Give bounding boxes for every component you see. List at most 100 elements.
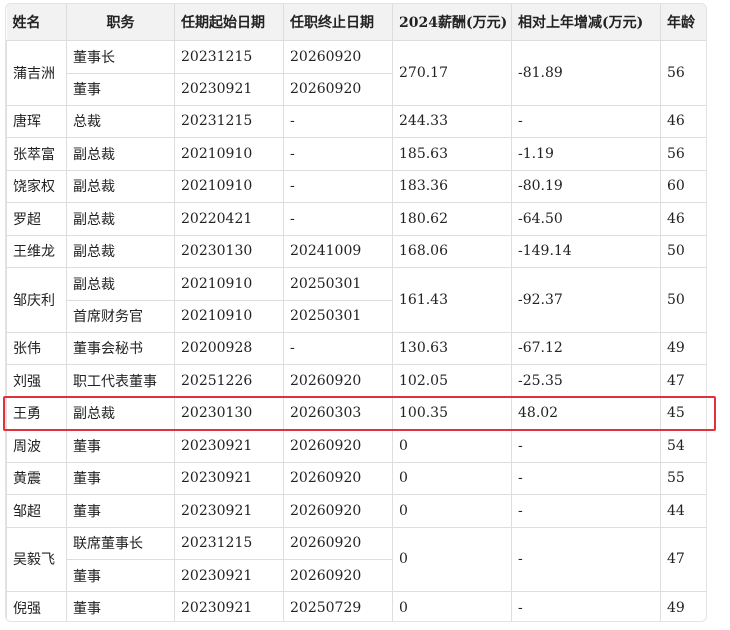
cell-end-date: 20260920 [283, 526, 393, 560]
cell-name: 蒲吉洲 [6, 40, 67, 106]
table-row-highlighted: 王勇 副总裁 20230130 20260303 100.35 48.02 45 [6, 396, 706, 430]
cell-salary: 0 [392, 461, 512, 495]
cell-start-date: 20230921 [174, 72, 284, 106]
cell-age: 49 [660, 331, 706, 365]
cell-position: 董事长 [66, 40, 175, 74]
cell-end-date: 20260920 [283, 461, 393, 495]
cell-end-date: 20260303 [283, 396, 393, 430]
table-row: 邹庆利 副总裁 20210910 20250301 161.43 -92.37 50 [6, 267, 706, 333]
cell-age: 46 [660, 104, 706, 138]
cell-salary: 185.63 [392, 137, 512, 171]
cell-end-date: 20260920 [283, 559, 393, 592]
cell-start-date: 20210910 [174, 267, 284, 301]
cell-start-date: 20231215 [174, 40, 284, 74]
cell-start-date: 20230130 [174, 234, 284, 268]
cell-salary: 0 [392, 494, 512, 528]
cell-start-date: 20210910 [174, 137, 284, 171]
cell-salary: 130.63 [392, 331, 512, 365]
cell-name: 倪强 [6, 591, 67, 621]
cell-position: 副总裁 [66, 267, 175, 301]
cell-change: - [511, 429, 661, 463]
cell-salary: 0 [392, 591, 512, 621]
cell-change: -1.19 [511, 137, 661, 171]
table-row: 罗超 副总裁 20220421-180.62 -64.50 46 [6, 202, 706, 236]
cell-name: 饶家权 [6, 169, 67, 203]
cell-salary: 183.36 [392, 169, 512, 203]
cell-end-date: 20241009 [283, 234, 393, 268]
cell-start-date: 20230130 [174, 396, 284, 430]
cell-end-date: - [283, 137, 393, 171]
cell-end-date: 20260920 [283, 429, 393, 463]
cell-position: 总裁 [66, 104, 175, 138]
cell-start-date: 20210910 [174, 299, 284, 333]
cell-change: - [511, 104, 661, 138]
cell-age: 54 [660, 429, 706, 463]
cell-position: 董事 [66, 461, 175, 495]
cell-start-date: 20231215 [174, 526, 284, 560]
table-row: 倪强 董事 20230921 20250729 0-49 [6, 591, 706, 621]
cell-age: 47 [660, 364, 706, 398]
cell-change: 48.02 [511, 396, 661, 430]
executive-salary-table: 姓名 职务 任期起始日期 任职终止日期 2024薪酬(万元) 相对上年增减(万元… [6, 4, 706, 621]
cell-age: 49 [660, 591, 706, 621]
cell-name: 王维龙 [6, 234, 67, 268]
cell-end-date: 20260920 [283, 364, 393, 398]
cell-start-date: 20200928 [174, 331, 284, 365]
cell-start-date: 20210910 [174, 169, 284, 203]
cell-age: 44 [660, 494, 706, 528]
cell-salary: 270.17 [392, 40, 512, 106]
cell-salary: 244.33 [392, 104, 512, 138]
cell-end-date: 20250301 [283, 299, 393, 333]
cell-change: -81.89 [511, 40, 661, 106]
header-change: 相对上年增减(万元) [511, 4, 661, 41]
cell-name: 周波 [6, 429, 67, 463]
cell-change: - [511, 461, 661, 495]
cell-position: 董事 [66, 72, 175, 106]
cell-salary: 180.62 [392, 202, 512, 236]
header-start-date: 任期起始日期 [174, 4, 284, 41]
table-row: 唐珲 总裁 20231215-244.33-46 [6, 104, 706, 138]
cell-position: 副总裁 [66, 396, 175, 430]
header-position: 职务 [66, 4, 175, 41]
cell-start-date: 20230921 [174, 429, 284, 463]
cell-start-date: 20230921 [174, 461, 284, 495]
table-row: 刘强 职工代表董事 20251226 20260920 102.05 -25.35 47 [6, 364, 706, 398]
cell-position: 董事 [66, 429, 175, 463]
cell-position: 副总裁 [66, 137, 175, 171]
header-row: 姓名 职务 任期起始日期 任职终止日期 2024薪酬(万元) 相对上年增减(万元… [6, 4, 706, 41]
cell-name: 吴毅飞 [6, 526, 67, 592]
cell-name: 邹庆利 [6, 267, 67, 333]
cell-end-date: 20260920 [283, 72, 393, 106]
table-row: 饶家权 副总裁 20210910-183.36 -80.19 60 [6, 169, 706, 203]
table-row: 邹超 董事 20230921 20260920 0-44 [6, 494, 706, 528]
cell-salary: 161.43 [392, 267, 512, 333]
cell-end-date: - [283, 331, 393, 365]
cell-start-date: 20230921 [174, 591, 284, 621]
cell-name: 张萃富 [6, 137, 67, 171]
cell-position: 副总裁 [66, 234, 175, 268]
cell-change: - [511, 591, 661, 621]
cell-salary: 168.06 [392, 234, 512, 268]
cell-name: 罗超 [6, 202, 67, 236]
table-row: 张伟 董事会秘书 20200928-130.63 -67.12 49 [6, 331, 706, 365]
cell-change: -25.35 [511, 364, 661, 398]
cell-salary: 0 [392, 429, 512, 463]
cell-change: - [511, 526, 661, 592]
cell-name: 邹超 [6, 494, 67, 528]
cell-age: 56 [660, 40, 706, 106]
cell-name: 唐珲 [6, 104, 67, 138]
cell-age: 50 [660, 234, 706, 268]
header-end-date: 任职终止日期 [283, 4, 393, 41]
cell-name: 王勇 [6, 396, 67, 430]
cell-change: -80.19 [511, 169, 661, 203]
cell-position: 董事 [66, 559, 175, 592]
cell-change: -92.37 [511, 267, 661, 333]
table-row: 王维龙 副总裁 20230130 20241009 168.06 -149.14 50 [6, 234, 706, 268]
cell-end-date: 20260920 [283, 494, 393, 528]
cell-name: 黄震 [6, 461, 67, 495]
cell-position: 董事会秘书 [66, 331, 175, 365]
cell-age: 50 [660, 267, 706, 333]
table-row: 张萃富 副总裁 20210910-185.63 -1.19 56 [6, 137, 706, 171]
cell-age: 47 [660, 526, 706, 592]
cell-age: 45 [660, 396, 706, 430]
